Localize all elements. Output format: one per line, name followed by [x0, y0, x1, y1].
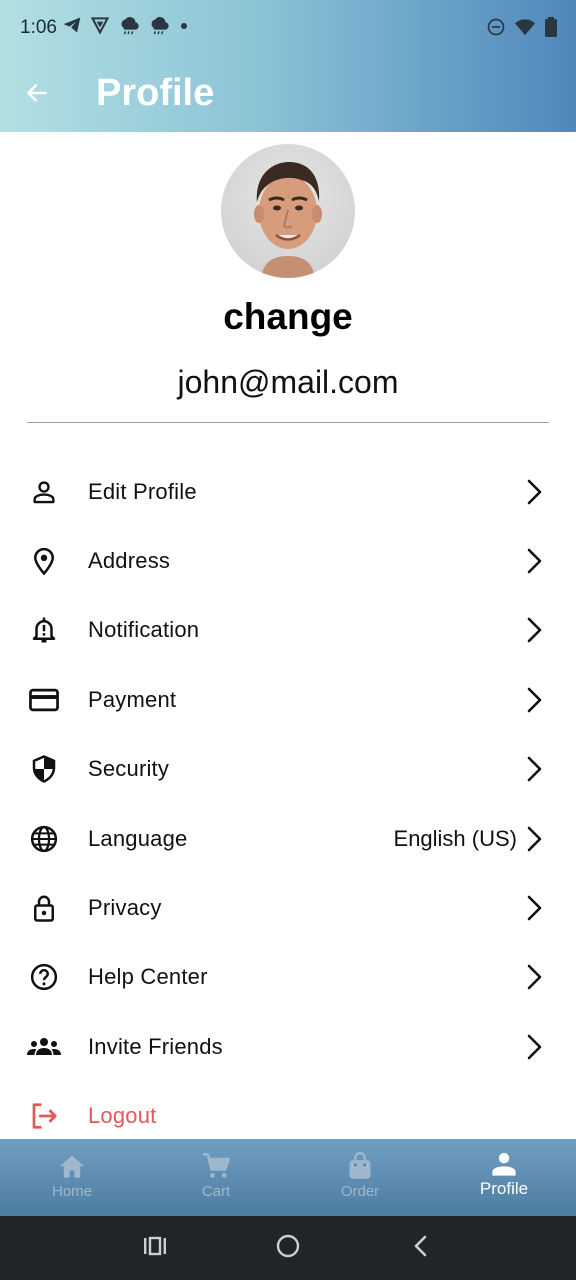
telegram-icon: [62, 15, 82, 40]
shield-icon: [26, 751, 62, 787]
nav-label: Profile: [479, 1179, 529, 1198]
avatar[interactable]: [221, 144, 355, 278]
language-value: English (US): [393, 825, 517, 851]
chevron-right-icon: [522, 893, 548, 923]
arrow-left-icon: [24, 80, 50, 111]
nav-label: Home: [51, 1183, 92, 1200]
battery-icon: [544, 16, 558, 43]
nav-item-cart[interactable]: Cart: [144, 1139, 288, 1216]
status-bar: 1:06: [0, 0, 576, 56]
chevron-left-icon: [411, 1234, 431, 1263]
vpn-icon: [90, 15, 110, 40]
menu-item-label: Security: [88, 756, 170, 782]
divider: [27, 422, 549, 423]
menu-item-edit-profile[interactable]: Edit Profile: [0, 457, 576, 526]
nav-label: Order: [340, 1183, 380, 1200]
chevron-right-icon: [522, 824, 548, 854]
profile-menu: Edit Profile Address Notification Paymen…: [0, 457, 576, 1151]
chevron-right-icon: [522, 1032, 548, 1062]
credit-card-icon: [26, 682, 62, 718]
globe-icon: [26, 821, 62, 857]
chevron-right-icon: [522, 615, 548, 645]
bell-alert-icon: [26, 612, 62, 648]
recent-apps-icon: [142, 1235, 168, 1262]
menu-item-label: Help Center: [88, 964, 208, 990]
menu-item-language[interactable]: Language English (US): [0, 804, 576, 873]
menu-item-address[interactable]: Address: [0, 526, 576, 595]
cart-icon: [201, 1151, 231, 1181]
chevron-right-icon: [522, 754, 548, 784]
chevron-right-icon: [522, 962, 548, 992]
profile-name: change: [223, 296, 353, 337]
menu-item-privacy[interactable]: Privacy: [0, 873, 576, 942]
weather-icon: [148, 14, 170, 41]
nav-item-home[interactable]: Home: [0, 1139, 144, 1216]
menu-item-payment[interactable]: Payment: [0, 665, 576, 734]
menu-item-label: Payment: [88, 686, 177, 712]
menu-item-label: Language: [88, 825, 188, 851]
circle-home-icon: [275, 1233, 301, 1264]
wifi-icon: [514, 17, 536, 42]
app-bar: Profile: [0, 56, 576, 132]
help-circle-icon: [26, 959, 62, 995]
logout-icon: [26, 1098, 62, 1134]
status-time: 1:06: [20, 17, 57, 38]
menu-item-security[interactable]: Security: [0, 735, 576, 804]
status-notification-icons: [62, 14, 190, 41]
avatar-photo: [254, 162, 322, 278]
menu-item-label: Invite Friends: [88, 1033, 223, 1059]
page-title: Profile: [96, 72, 215, 114]
location-pin-icon: [26, 543, 62, 579]
menu-item-help-center[interactable]: Help Center: [0, 943, 576, 1012]
chevron-right-icon: [522, 685, 548, 715]
back-button[interactable]: [20, 78, 54, 112]
profile-email: john@mail.com: [177, 364, 399, 400]
menu-item-label: Logout: [88, 1103, 157, 1129]
person-icon: [26, 474, 62, 510]
bottom-navigation: Home Cart Order Profile: [0, 1139, 576, 1216]
menu-item-label: Edit Profile: [88, 478, 197, 504]
home-button[interactable]: [272, 1232, 304, 1264]
menu-item-invite-friends[interactable]: Invite Friends: [0, 1012, 576, 1081]
menu-item-label: Notification: [88, 617, 200, 643]
menu-item-notification[interactable]: Notification: [0, 596, 576, 665]
system-navigation-bar: [0, 1216, 576, 1280]
person-icon: [489, 1149, 519, 1179]
dnd-icon: [486, 17, 506, 42]
recent-apps-button[interactable]: [139, 1232, 171, 1264]
group-icon: [26, 1029, 62, 1065]
back-nav-button[interactable]: [405, 1232, 437, 1264]
status-system-icons: [486, 16, 558, 43]
dot-icon: [178, 19, 190, 37]
menu-item-label: Address: [88, 548, 171, 574]
nav-item-order[interactable]: Order: [288, 1139, 432, 1216]
home-icon: [57, 1151, 87, 1181]
nav-item-profile[interactable]: Profile: [432, 1139, 576, 1216]
menu-item-label: Privacy: [88, 895, 162, 921]
nav-label: Cart: [201, 1183, 231, 1200]
lock-icon: [26, 890, 62, 926]
bag-icon: [345, 1151, 375, 1181]
weather-icon: [118, 14, 140, 41]
chevron-right-icon: [522, 477, 548, 507]
chevron-right-icon: [522, 546, 548, 576]
